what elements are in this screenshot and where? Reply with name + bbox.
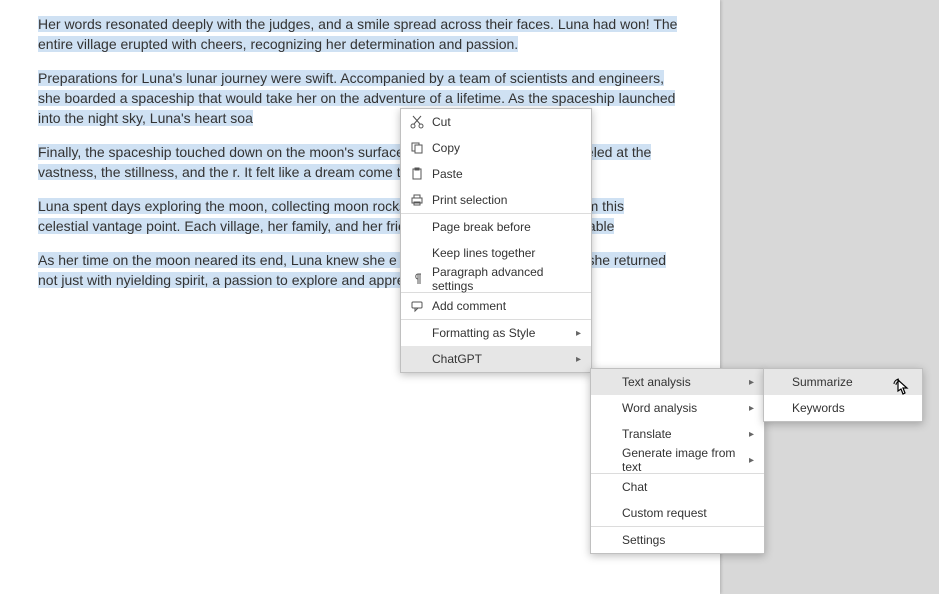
menu-item-label: Translate [622,427,749,441]
menu-item-label: Add comment [432,299,581,313]
blank-icon [599,532,615,548]
blank-icon [409,219,425,235]
blank-icon [599,374,615,390]
submenu-keywords[interactable]: Keywords [764,395,922,421]
menu-formatting-as-style[interactable]: Formatting as Style ▸ [401,320,591,346]
menu-item-label: Paragraph advanced settings [432,265,581,293]
menu-item-label: Print selection [432,193,581,207]
chatgpt-submenu: Text analysis ▸ Word analysis ▸ Translat… [590,368,765,554]
context-menu: Cut Copy Paste Print selection Page brea… [400,108,592,373]
paste-icon [409,166,425,182]
chevron-right-icon: ▸ [749,403,754,414]
submenu-word-analysis[interactable]: Word analysis ▸ [591,395,764,421]
menu-paragraph-advanced[interactable]: Paragraph advanced settings [401,266,591,292]
blank-icon [599,505,615,521]
chevron-right-icon: ▸ [749,377,754,388]
submenu-summarize[interactable]: Summarize [764,369,922,395]
menu-item-label: Settings [622,533,754,547]
menu-item-label: Paste [432,167,581,181]
menu-copy[interactable]: Copy [401,135,591,161]
submenu-translate[interactable]: Translate ▸ [591,421,764,447]
menu-item-label: Custom request [622,506,754,520]
menu-item-label: Copy [432,141,581,155]
submenu-custom-request[interactable]: Custom request [591,500,764,526]
menu-keep-lines-together[interactable]: Keep lines together [401,240,591,266]
menu-paste[interactable]: Paste [401,161,591,187]
chevron-right-icon: ▸ [576,328,581,339]
printer-icon [409,192,425,208]
menu-print-selection[interactable]: Print selection [401,187,591,213]
menu-item-label: Text analysis [622,375,749,389]
blank-icon [409,325,425,341]
comment-icon [409,298,425,314]
copy-icon [409,140,425,156]
menu-item-label: Formatting as Style [432,326,576,340]
paragraph-icon [409,271,425,287]
menu-item-label: Summarize [792,375,912,389]
workspace: Her words resonated deeply with the judg… [0,0,939,594]
menu-item-label: Cut [432,115,581,129]
menu-page-break-before[interactable]: Page break before [401,214,591,240]
menu-chatgpt[interactable]: ChatGPT ▸ [401,346,591,372]
blank-icon [599,426,615,442]
submenu-text-analysis[interactable]: Text analysis ▸ [591,369,764,395]
submenu-generate-image[interactable]: Generate image from text ▸ [591,447,764,473]
blank-icon [599,479,615,495]
menu-item-label: Keywords [792,401,912,415]
paragraph: Her words resonated deeply with the judg… [38,14,678,54]
cut-icon [409,114,425,130]
menu-add-comment[interactable]: Add comment [401,293,591,319]
submenu-settings[interactable]: Settings [591,527,764,553]
chevron-right-icon: ▸ [576,354,581,365]
blank-icon [599,452,615,468]
menu-item-label: Word analysis [622,401,749,415]
menu-item-label: ChatGPT [432,352,576,366]
menu-item-label: Page break before [432,220,581,234]
menu-item-label: Keep lines together [432,246,581,260]
menu-item-label: Chat [622,480,754,494]
submenu-chat[interactable]: Chat [591,474,764,500]
chevron-right-icon: ▸ [749,429,754,440]
blank-icon [409,245,425,261]
text-analysis-submenu: Summarize Keywords [763,368,923,422]
blank-icon [599,400,615,416]
menu-cut[interactable]: Cut [401,109,591,135]
menu-item-label: Generate image from text [622,446,749,474]
blank-icon [409,351,425,367]
chevron-right-icon: ▸ [749,455,754,466]
selected-text: Her words resonated deeply with the judg… [38,16,677,52]
